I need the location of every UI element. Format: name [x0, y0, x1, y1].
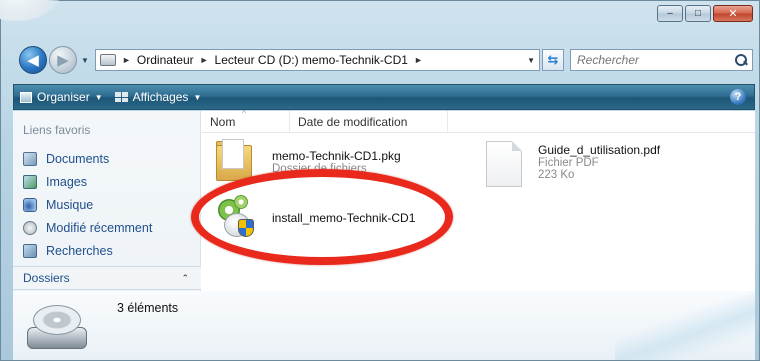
favorite-documents[interactable]: Documents: [23, 147, 152, 170]
music-icon: [23, 197, 37, 212]
installer-icon: [214, 195, 258, 239]
file-name: install_memo-Technik-CD1: [272, 211, 416, 225]
folders-toggle[interactable]: Dossiers ⌃: [13, 266, 201, 290]
chevron-down-icon: ▼: [193, 92, 202, 102]
favorite-images[interactable]: Images: [23, 170, 152, 193]
organise-icon: [20, 91, 32, 103]
recent-icon: [23, 220, 37, 235]
file-size: 223 Ko: [538, 169, 575, 181]
folder-icon: [214, 139, 254, 183]
file-name: Guide_d_utilisation.pdf: [538, 143, 661, 157]
column-name-label: Nom: [210, 115, 236, 129]
views-label: Affichages: [132, 90, 189, 104]
file-item-installer[interactable]: install_memo-Technik-CD1: [214, 195, 415, 239]
favorite-music[interactable]: Musique: [23, 193, 152, 216]
column-date[interactable]: Date de modification: [290, 111, 448, 133]
organise-label: Organiser: [37, 90, 90, 104]
maximize-button[interactable]: □: [685, 5, 711, 22]
favorite-label: Images: [46, 174, 87, 189]
item-count: 3 éléments: [117, 301, 179, 315]
column-name[interactable]: ^ Nom: [202, 109, 290, 133]
views-button[interactable]: Affichages ▼: [109, 90, 208, 104]
breadcrumb-separator-icon[interactable]: ►: [200, 55, 209, 65]
file-item-pdf[interactable]: Guide_d_utilisation.pdf Fichier PDF 223 …: [486, 141, 660, 187]
decorative-swoosh: [615, 290, 755, 360]
organise-button[interactable]: Organiser ▼: [14, 90, 109, 104]
drive-icon: [100, 54, 116, 66]
file-list: ^ Nom Date de modification memo-Technik-…: [202, 109, 755, 286]
address-row: ◀ ▶ ▼ ► Ordinateur ► Lecteur CD (D:) mem…: [19, 45, 753, 75]
caption-buttons: – □ ✕: [657, 5, 753, 22]
minimize-button[interactable]: –: [657, 5, 683, 22]
favorite-label: Documents: [46, 151, 110, 166]
favorite-label: Modifié récemment: [46, 220, 153, 235]
pictures-icon: [23, 174, 37, 189]
breadcrumb-separator-icon[interactable]: ►: [414, 55, 423, 65]
close-button[interactable]: ✕: [713, 5, 753, 22]
help-icon[interactable]: ?: [730, 89, 746, 105]
details-pane: 3 éléments: [13, 290, 755, 360]
history-dropdown-icon[interactable]: ▼: [81, 56, 91, 65]
forward-button[interactable]: ▶: [49, 46, 77, 74]
file-name: memo-Technik-CD1.pkg: [272, 149, 401, 163]
main-area: Liens favoris Documents Images Musique M…: [13, 109, 755, 360]
pdf-icon: [486, 141, 522, 187]
breadcrumb-computer[interactable]: Ordinateur: [137, 53, 194, 67]
window-corner-glass: [0, 0, 61, 21]
address-dropdown-icon[interactable]: ▼: [527, 56, 535, 65]
column-header-row: ^ Nom Date de modification: [202, 109, 755, 133]
column-date-label: Date de modification: [298, 115, 408, 129]
favorites-title: Liens favoris: [23, 123, 91, 137]
favorites-list: Documents Images Musique Modifié récemme…: [23, 147, 152, 262]
refresh-button[interactable]: ⇆: [542, 49, 564, 71]
favorite-label: Recherches: [46, 243, 113, 258]
documents-icon: [23, 151, 37, 166]
chevron-up-icon: ⌃: [181, 272, 189, 283]
search-icon[interactable]: [735, 54, 747, 66]
views-icon: [114, 92, 128, 102]
favorite-searches[interactable]: Recherches: [23, 239, 152, 262]
back-button[interactable]: ◀: [19, 46, 47, 74]
searches-icon: [23, 243, 37, 258]
file-type: Dossier de fichiers: [272, 163, 367, 175]
breadcrumb-cd-drive[interactable]: Lecteur CD (D:) memo-Technik-CD1: [215, 53, 408, 67]
command-bar: Organiser ▼ Affichages ▼ ?: [13, 84, 755, 110]
explorer-window: – □ ✕ ◀ ▶ ▼ ► Ordinateur ► Lecteur CD (D…: [0, 0, 760, 361]
search-input[interactable]: [577, 53, 727, 67]
breadcrumb-separator-icon[interactable]: ►: [122, 55, 131, 65]
favorite-label: Musique: [46, 197, 94, 212]
cd-drive-icon: [27, 305, 87, 351]
folders-label: Dossiers: [23, 271, 70, 285]
favorite-recent[interactable]: Modifié récemment: [23, 216, 152, 239]
chevron-down-icon: ▼: [94, 92, 103, 102]
file-type: Fichier PDF: [538, 157, 599, 169]
search-box[interactable]: [570, 49, 753, 71]
address-bar[interactable]: ► Ordinateur ► Lecteur CD (D:) memo-Tech…: [95, 49, 540, 71]
sort-arrow-icon: ^: [242, 109, 246, 118]
file-item-pkg-folder[interactable]: memo-Technik-CD1.pkg Dossier de fichiers: [214, 139, 401, 183]
